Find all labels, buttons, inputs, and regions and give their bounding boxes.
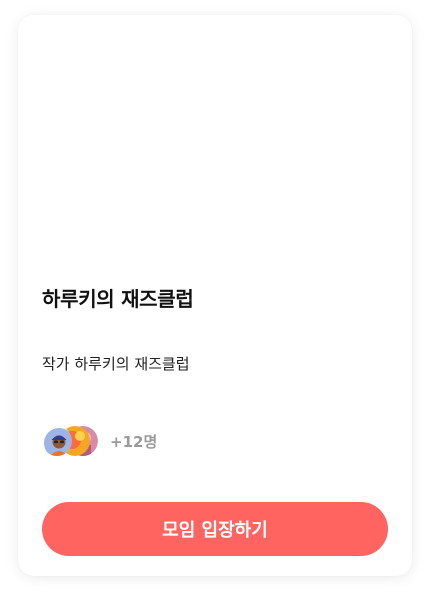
- club-description: 작가 하루키의 재즈클럽: [42, 355, 190, 373]
- club-title: 하루키의 재즈클럽: [42, 287, 194, 311]
- cover-image: [18, 15, 412, 265]
- member-count: +12명: [110, 432, 158, 451]
- avatar-stack: [42, 424, 100, 458]
- member-summary: +12명: [42, 424, 157, 458]
- join-group-button[interactable]: 모임 입장하기: [42, 502, 388, 556]
- club-card: 하루키의 재즈클럽 작가 하루키의 재즈클럽 +12명 모임 입장하기: [18, 15, 412, 576]
- avatar-person-icon: [42, 426, 72, 456]
